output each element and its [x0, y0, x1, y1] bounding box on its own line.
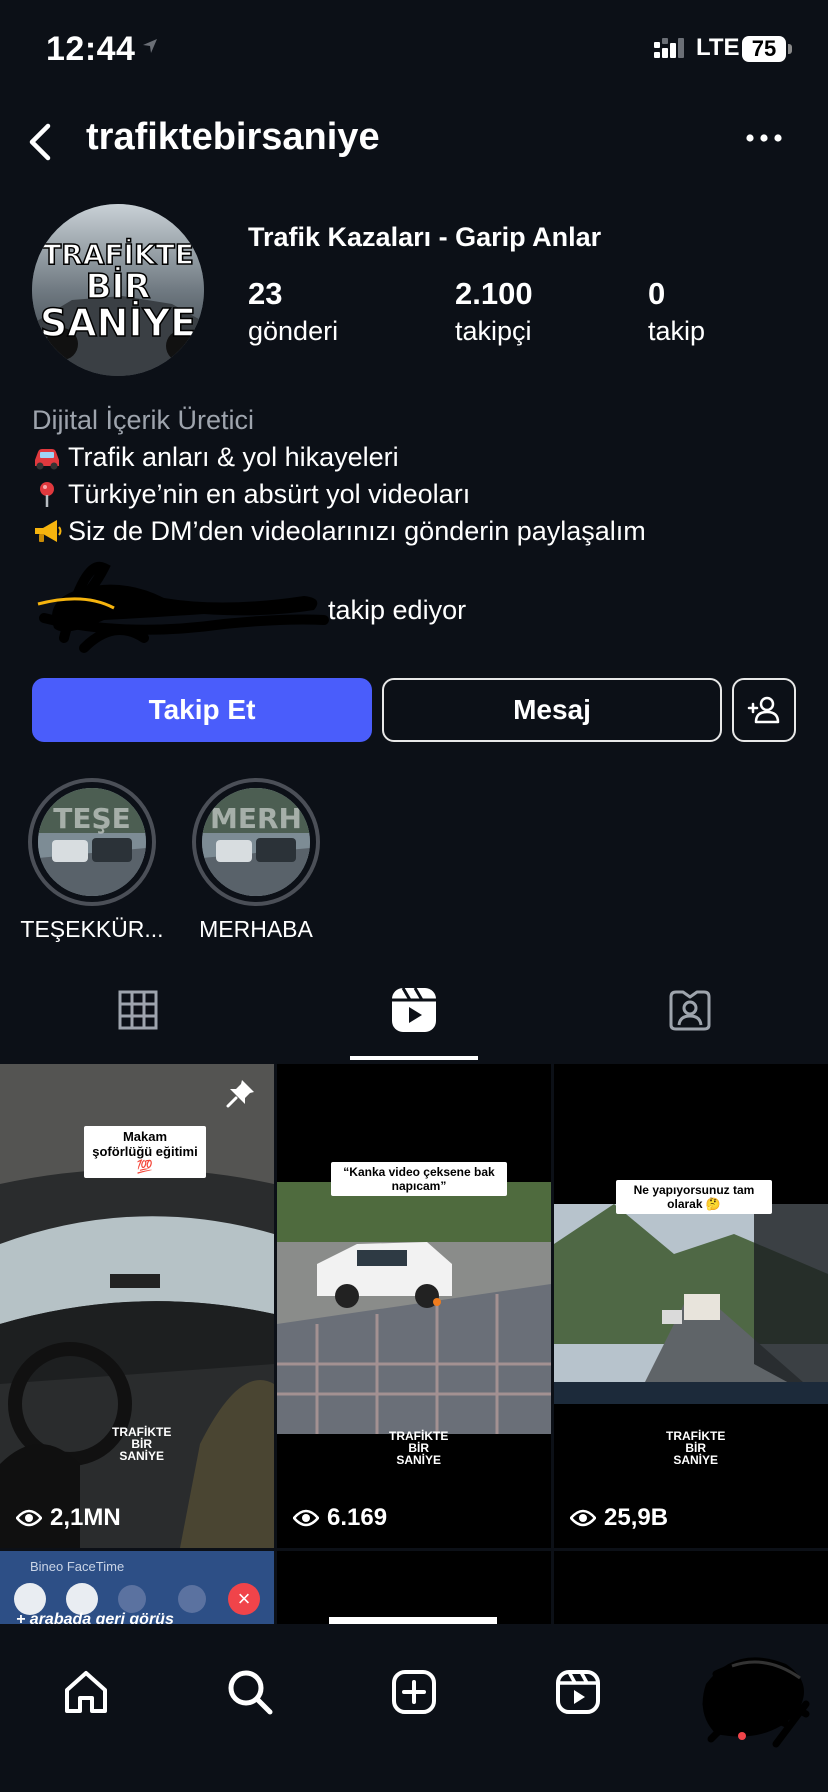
car-icon	[35, 449, 59, 470]
tab-reels[interactable]	[276, 960, 552, 1060]
profile-username: trafiktebirsaniye	[86, 116, 380, 158]
watermark: TRAFİKTE BİR SANİYE	[112, 1426, 171, 1462]
share-screen-icon	[178, 1585, 206, 1613]
bio-line-3: Siz de DM’den videolarınızı gönderin pay…	[32, 513, 646, 550]
tab-tagged[interactable]	[552, 960, 828, 1060]
eye-icon	[293, 1509, 319, 1527]
view-count: 6.169	[293, 1504, 387, 1532]
stat-followers-value: 2.100	[455, 276, 533, 311]
profile-bio: Dijital İçerik Üretici Trafik anları & y…	[32, 402, 646, 550]
post-caption: “Kanka video çeksene bak napıcam”	[331, 1162, 507, 1196]
bio-line-2: Türkiye’nin en absürt yol videoları	[32, 476, 646, 513]
partial-caption: + arabada geri görüş	[16, 1611, 174, 1624]
view-count: 2,1MN	[16, 1504, 121, 1532]
stat-followers[interactable]: 2.100 takipçi	[455, 276, 533, 347]
highlight-label: MERHABA	[199, 916, 313, 942]
mute-icon	[118, 1585, 146, 1613]
bio-line-2-text: Türkiye’nin en absürt yol videoları	[68, 479, 471, 509]
profile-tabs	[0, 960, 828, 1060]
network-type: LTE	[696, 34, 740, 61]
bottom-nav	[0, 1624, 828, 1792]
grid-icon	[118, 990, 158, 1030]
view-count-text: 6.169	[327, 1504, 388, 1531]
highlight-overlay-2: MERH	[210, 802, 302, 835]
highlight-ring: TEŞE	[28, 778, 156, 906]
search-icon[interactable]	[226, 1668, 274, 1716]
post-thumbnail	[277, 1064, 551, 1548]
avatar[interactable]: TRAFİKTE BİR SANİYE	[32, 204, 204, 376]
profile-category: Dijital İçerik Üretici	[32, 405, 255, 435]
view-count-text: 25,9B	[604, 1504, 669, 1531]
post-tile[interactable]: Ne yapıyorsunuz tam olarak 🤔 TRAFİKTE BİR…	[554, 1064, 828, 1548]
post-thumbnail	[554, 1064, 828, 1548]
bio-line-3-text: Siz de DM’den videolarınızı gönderin pay…	[68, 516, 646, 546]
view-count-text: 2,1MN	[50, 1504, 121, 1531]
highlight-label: TEŞEKKÜR...	[20, 916, 164, 942]
battery-tip	[788, 44, 792, 54]
eye-icon	[16, 1509, 42, 1527]
location-arrow-icon	[143, 39, 157, 53]
watermark-line: SANİYE	[119, 1449, 164, 1463]
eye-icon	[570, 1509, 596, 1527]
battery-icon: 75	[742, 36, 786, 62]
post-tile[interactable]: Makam şoförlüğü eğitimi 💯 TRAFİKTE BİR SAN…	[0, 1064, 274, 1548]
partial-caption-box	[329, 1617, 497, 1624]
followed-by-text[interactable]: takip ediyor	[328, 595, 466, 626]
active-tab-indicator	[350, 1056, 478, 1060]
end-call-icon: ×	[228, 1583, 260, 1615]
profile-icon[interactable]	[696, 1644, 816, 1754]
highlight-tesekkur[interactable]: TEŞE TEŞEKKÜR...	[20, 778, 164, 943]
follow-button[interactable]: Takip Et	[32, 678, 372, 742]
watermark: TRAFİKTE BİR SANİYE	[666, 1430, 725, 1466]
avatar-image: TRAFİKTE BİR SANİYE	[32, 204, 204, 376]
more-options-icon[interactable]	[744, 126, 784, 150]
stat-posts[interactable]: 23 gönderi	[248, 276, 338, 347]
pin-icon	[226, 1080, 254, 1108]
highlight-cover: TEŞE	[38, 788, 146, 896]
watermark: TRAFİKTE BİR SANİYE	[389, 1430, 448, 1466]
post-tile[interactable]: “Kanka video çeksene bak napıcam” TRAFİK…	[277, 1064, 551, 1548]
view-count: 25,9B	[570, 1504, 668, 1532]
highlight-overlay-1: TEŞE	[53, 802, 131, 835]
reels-icon	[392, 987, 436, 1032]
stat-followers-label: takipçi	[455, 316, 532, 346]
status-time: 12:44	[46, 30, 136, 68]
stat-posts-value: 23	[248, 276, 283, 311]
bio-line-1: Trafik anları & yol hikayeleri	[32, 439, 646, 476]
add-user-icon	[747, 696, 780, 724]
suggest-user-button[interactable]	[732, 678, 796, 742]
post-caption: Ne yapıyorsunuz tam olarak 🤔	[616, 1180, 772, 1214]
redaction-scribble	[37, 561, 329, 653]
create-icon[interactable]	[390, 1668, 438, 1716]
tab-grid[interactable]	[0, 960, 276, 1060]
home-icon[interactable]	[62, 1668, 110, 1716]
facetime-label: Bineo FaceTime	[30, 1559, 125, 1574]
megaphone-icon	[35, 520, 62, 542]
stat-posts-label: gönderi	[248, 316, 339, 346]
bio-line-1-text: Trafik anları & yol hikayeleri	[68, 442, 399, 472]
post-caption: Makam şoförlüğü eğitimi 💯	[84, 1126, 206, 1178]
status-bar: 12:44 LTE 75	[0, 0, 828, 100]
highlight-cover: MERH	[202, 788, 310, 896]
highlight-merhaba[interactable]: MERH MERHABA	[192, 778, 320, 943]
reels-nav-icon[interactable]	[554, 1668, 602, 1716]
pin-icon	[40, 482, 54, 507]
message-button[interactable]: Mesaj	[382, 678, 722, 742]
watermark-line: SANİYE	[673, 1453, 718, 1467]
avatar-text-3: SANİYE	[40, 301, 196, 345]
back-arrow-icon[interactable]	[24, 122, 54, 162]
stat-following-value: 0	[648, 276, 666, 311]
stat-following[interactable]: 0 takip	[648, 276, 705, 347]
watermark-line: SANİYE	[396, 1453, 441, 1467]
signal-icon	[654, 38, 684, 58]
post-tile-partial[interactable]	[554, 1551, 828, 1624]
avatar-text-1: TRAFİKTE	[42, 237, 194, 271]
stat-following-label: takip	[648, 316, 706, 346]
post-tile-partial[interactable]	[277, 1551, 551, 1624]
profile-full-name: Trafik Kazaları - Garip Anlar	[248, 222, 602, 252]
tagged-icon	[669, 990, 711, 1031]
post-tile-partial[interactable]: Bineo FaceTime × + arabada geri görüş	[0, 1551, 274, 1624]
highlight-ring: MERH	[192, 778, 320, 906]
